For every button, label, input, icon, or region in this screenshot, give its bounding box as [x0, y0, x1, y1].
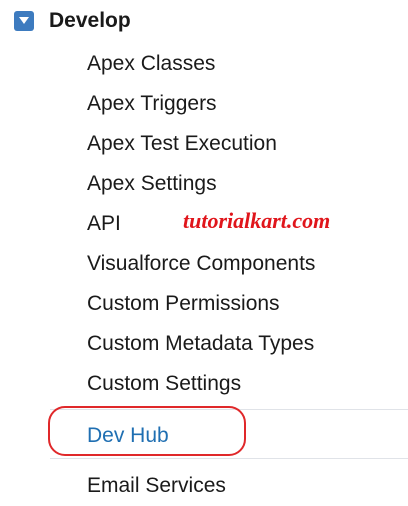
menu-item-email-services[interactable]: Email Services: [87, 473, 226, 499]
menu-item-dev-hub[interactable]: Dev Hub: [87, 423, 169, 449]
section-title: Develop: [49, 9, 131, 32]
menu-item-apex-triggers[interactable]: Apex Triggers: [87, 91, 217, 117]
develop-section-header[interactable]: Develop: [14, 8, 131, 34]
menu-item-custom-metadata-types[interactable]: Custom Metadata Types: [87, 331, 314, 357]
menu-item-apex-classes[interactable]: Apex Classes: [87, 51, 215, 77]
menu-item-custom-permissions[interactable]: Custom Permissions: [87, 291, 280, 317]
caret-down-icon[interactable]: [14, 11, 34, 31]
watermark-text: tutorialkart.com: [183, 208, 331, 233]
menu-item-visualforce-components[interactable]: Visualforce Components: [87, 251, 315, 277]
menu-item-custom-settings[interactable]: Custom Settings: [87, 371, 241, 397]
menu-item-api[interactable]: API: [87, 211, 121, 237]
menu-item-apex-test-execution[interactable]: Apex Test Execution: [87, 131, 277, 157]
menu-item-apex-settings[interactable]: Apex Settings: [87, 171, 217, 197]
